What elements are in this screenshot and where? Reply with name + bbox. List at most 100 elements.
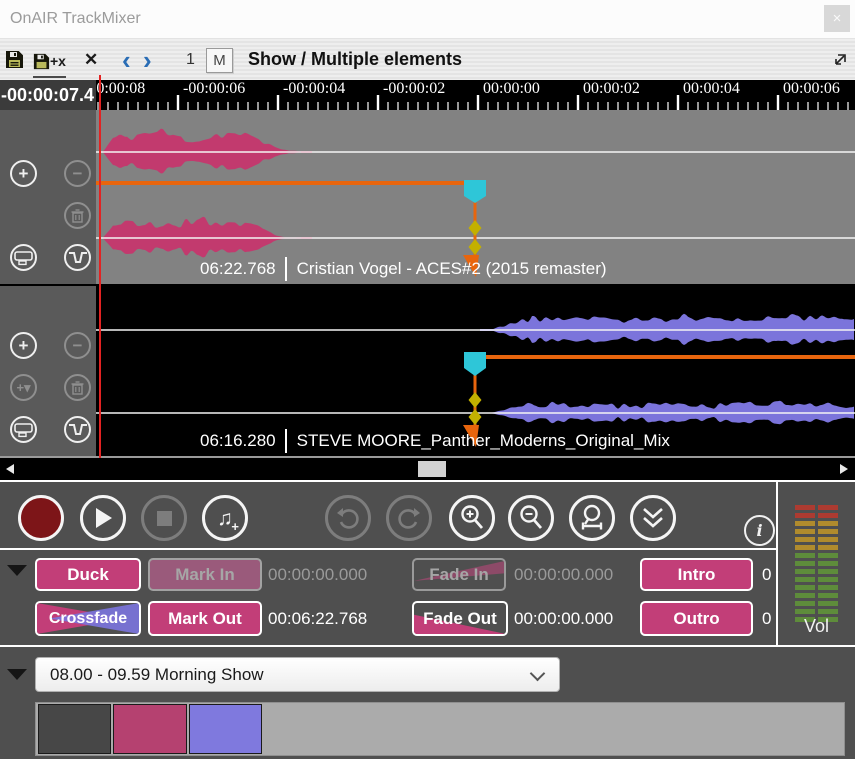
element-counter: 1 (186, 39, 195, 80)
delete-track-button[interactable] (64, 202, 91, 229)
ruler-tick (447, 102, 448, 110)
zoom-in-vertical-button[interactable]: + (10, 160, 37, 187)
redo-button[interactable] (386, 495, 432, 541)
vu-meter-bar (795, 513, 815, 518)
crossfade-button[interactable]: Crossfade (35, 601, 141, 636)
trash-icon (71, 209, 84, 223)
ruler-tick (747, 102, 748, 110)
playlist-block[interactable] (189, 704, 262, 754)
play-button[interactable] (80, 495, 126, 541)
zoom-in-button[interactable] (449, 495, 495, 541)
record-button[interactable] (18, 495, 64, 541)
mono-toggle[interactable]: M (206, 48, 233, 73)
ruler-tick (837, 102, 838, 110)
ruler-tick (387, 102, 388, 110)
vu-meter-bar (818, 553, 838, 558)
ruler-tick (437, 102, 438, 110)
delete-button[interactable]: ✕ (84, 39, 98, 80)
ruler-tick (147, 102, 148, 110)
previous-button[interactable]: ‹ (122, 39, 131, 80)
collapse-caret[interactable] (7, 669, 27, 680)
ruler-tick (717, 102, 718, 110)
fade-out-button[interactable]: Fade Out (412, 601, 508, 636)
duck-shape-button[interactable] (64, 416, 91, 443)
ruler-tick (657, 102, 658, 110)
ruler-tick (427, 102, 428, 110)
collapse-caret[interactable] (7, 565, 27, 576)
track-1-waveform-area[interactable]: 06:22.768 Cristian Vogel - ACES#2 (2015 … (96, 110, 855, 284)
zoom-out-vertical-button[interactable]: − (64, 160, 91, 187)
collapse-panel-button[interactable] (630, 495, 676, 541)
horizontal-scrollbar[interactable] (0, 458, 855, 480)
ruler-tick (307, 102, 308, 110)
envelope-point-marker[interactable] (469, 239, 482, 255)
ruler-label: -00:00:02 (383, 80, 445, 97)
ruler-tick (827, 102, 828, 110)
undo-button[interactable] (325, 495, 371, 541)
window-title: OnAIR TrackMixer (10, 0, 141, 38)
ruler-tick (257, 102, 258, 110)
edit-panel: Duck Mark In 00:00:00.000 Fade In 00:00:… (0, 550, 776, 645)
next-button[interactable]: › (143, 39, 152, 80)
flatten-envelope-button[interactable] (10, 244, 37, 271)
outro-button[interactable]: Outro (640, 601, 753, 636)
envelope-point-marker[interactable] (469, 220, 482, 236)
ruler-tick (707, 102, 708, 110)
ruler-tick (397, 102, 398, 110)
envelope-point-marker[interactable] (469, 392, 482, 408)
show-select-dropdown[interactable]: 08.00 - 09.59 Morning Show (35, 657, 560, 692)
info-button[interactable]: i (744, 515, 775, 546)
vu-meter-bar (818, 529, 838, 534)
vu-meter-bar (818, 609, 838, 614)
scroll-right-arrow[interactable] (840, 464, 848, 474)
envelope-point-marker[interactable] (469, 409, 482, 425)
save-button[interactable] (5, 39, 24, 80)
save-icon (5, 50, 24, 69)
flat-level-icon (14, 250, 33, 266)
vu-meter-bar (818, 561, 838, 566)
page-title: Show / Multiple elements (248, 39, 462, 80)
flatten-envelope-button[interactable] (10, 416, 37, 443)
ruler-tick (357, 102, 358, 110)
add-audio-button[interactable]: ♫ + (202, 495, 248, 541)
ruler-tick (607, 102, 608, 110)
stop-button[interactable] (141, 495, 187, 541)
ruler-label: -00:00:06 (183, 80, 245, 97)
redo-icon (396, 505, 422, 531)
playlist-block[interactable] (113, 704, 187, 754)
playlist-block[interactable] (38, 704, 111, 754)
zoom-in-vertical-button[interactable]: + (10, 332, 37, 359)
delete-track-button[interactable] (64, 374, 91, 401)
fade-in-button[interactable]: Fade In (412, 558, 506, 591)
duck-shape-button[interactable] (64, 244, 91, 271)
playhead-position-display: -00:00:07.4 (0, 80, 96, 110)
intro-button[interactable]: Intro (640, 558, 753, 591)
scrollbar-thumb[interactable] (418, 461, 446, 477)
add-element-button[interactable]: +▾ (10, 374, 37, 401)
duck-button[interactable]: Duck (35, 558, 141, 591)
zoom-out-button[interactable] (508, 495, 554, 541)
popout-button[interactable] (832, 39, 848, 80)
ruler-tick (847, 102, 848, 110)
track-2-waveform-area[interactable]: 06:16.280 STEVE MOORE_Panther_Moderns_Or… (96, 286, 855, 456)
ruler-tick (107, 102, 108, 110)
ruler-tick (487, 102, 488, 110)
mark-in-button[interactable]: Mark In (148, 558, 262, 591)
ruler-tick (337, 102, 338, 110)
ruler-tick (457, 102, 458, 110)
mark-out-button[interactable]: Mark Out (148, 601, 262, 636)
fade-marker-flag[interactable] (464, 180, 486, 203)
timeline-ruler[interactable]: -00:00:08-00:00:06-00:00:04-00:00:0200:0… (96, 80, 855, 110)
scroll-left-arrow[interactable] (6, 464, 14, 474)
save-and-close-button[interactable]: +x (33, 46, 66, 78)
zoom-out-vertical-button[interactable]: − (64, 332, 91, 359)
zoom-in-icon (458, 504, 486, 532)
fade-marker-flag[interactable] (464, 352, 486, 376)
zoom-fit-button[interactable] (569, 495, 615, 541)
window-close-button[interactable]: × (824, 5, 850, 32)
ruler-tick (277, 95, 279, 110)
playhead-cursor[interactable] (99, 75, 101, 458)
vu-meter-bar (795, 601, 815, 606)
ruler-tick (177, 95, 179, 110)
playlist-block-strip[interactable] (35, 702, 845, 756)
